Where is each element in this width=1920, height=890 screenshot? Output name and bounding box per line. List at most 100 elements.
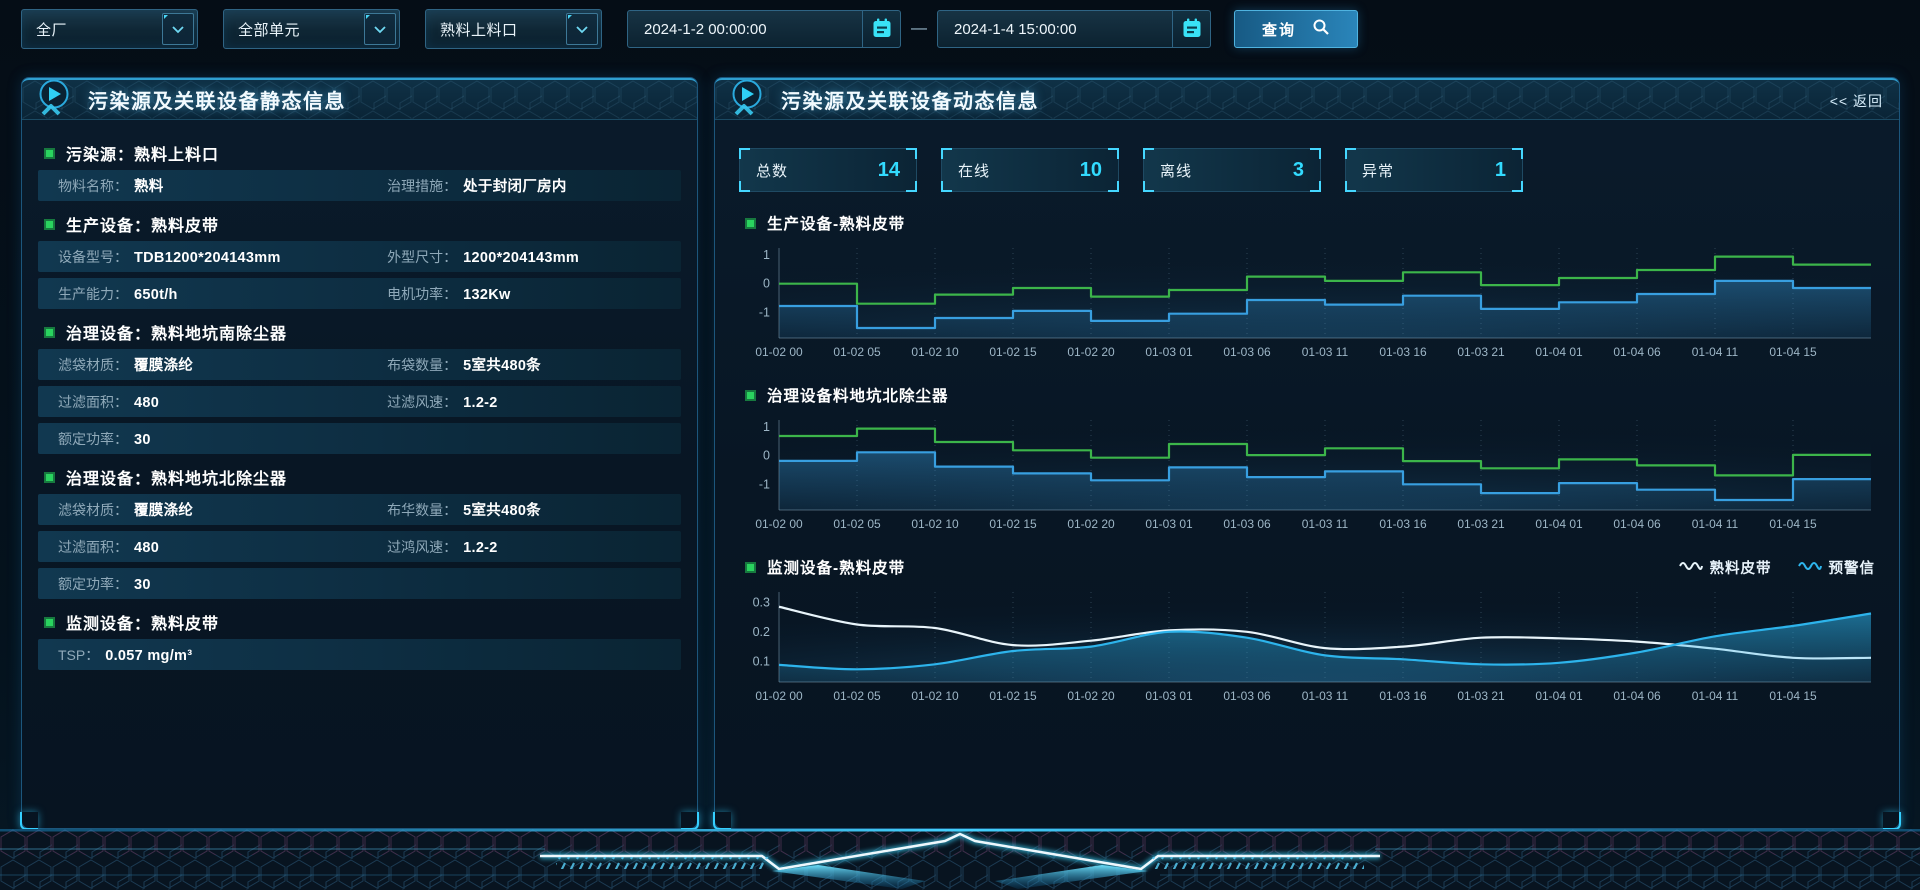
back-link[interactable]: << 返回 xyxy=(1830,91,1883,111)
static-panel-header: 污染源及关联设备静态信息 xyxy=(22,78,697,120)
info-field: 过滤面积：480 xyxy=(58,537,387,557)
select-pollution-source[interactable]: 熟料上料口 xyxy=(425,9,602,49)
corner-bracket xyxy=(1883,812,1901,830)
svg-text:01-03 21: 01-03 21 xyxy=(1457,517,1505,531)
svg-text:01-04 11: 01-04 11 xyxy=(1692,517,1739,531)
chart-canvas[interactable]: 10-101-02 0001-02 0501-02 1001-02 1501-0… xyxy=(739,240,1877,364)
field-value: 处于封闭厂房内 xyxy=(463,175,567,196)
field-label: 额定功率： xyxy=(58,429,128,449)
dynamic-panel-header: 污染源及关联设备动态信息 << 返回 xyxy=(715,78,1899,120)
field-label: 过滤面积： xyxy=(58,392,128,412)
stat-value: 1 xyxy=(1495,159,1506,182)
green-square-bullet xyxy=(44,219,55,230)
svg-text:0.2: 0.2 xyxy=(753,625,770,639)
section-header: 生产设备：熟料皮带 xyxy=(38,207,681,241)
svg-text:01-03 01: 01-03 01 xyxy=(1145,517,1193,531)
info-row: TSP：0.057 mg/m³ xyxy=(38,639,681,670)
svg-text:01-03 21: 01-03 21 xyxy=(1457,689,1505,703)
select-unit[interactable]: 全部单元 xyxy=(223,9,400,49)
section-title: 治理设备：熟料地坑北除尘器 xyxy=(66,465,287,489)
charts-area: 生产设备-熟料皮带 10-101-02 0001-02 0501-02 1001-… xyxy=(739,210,1875,708)
field-value: 覆膜涤纶 xyxy=(134,354,193,375)
stat-card-总数: 总数14 xyxy=(739,148,917,192)
svg-text:01-02 00: 01-02 00 xyxy=(755,345,803,359)
calendar-icon xyxy=(871,17,893,42)
info-field: 额定功率： 30 xyxy=(58,429,681,449)
legend-label: 熟料皮带 xyxy=(1710,557,1772,578)
field-label: 电机功率： xyxy=(387,284,457,304)
svg-text:01-04 06: 01-04 06 xyxy=(1613,517,1661,531)
dashboard: 全厂 全部单元 熟料上料口 2024-1-2 00:00:00 xyxy=(0,0,1920,890)
svg-text:-1: -1 xyxy=(759,305,770,319)
dynamic-body: 总数14在线10离线3异常1 生产设备-熟料皮带10-101-02 0001-0… xyxy=(715,148,1899,708)
info-field: 物料名称：熟料 xyxy=(58,175,387,196)
legend-item[interactable]: 熟料皮带 xyxy=(1679,557,1772,578)
svg-text:01-03 01: 01-03 01 xyxy=(1145,689,1193,703)
legend-item[interactable]: 预警信 xyxy=(1798,557,1876,578)
info-field: 过滤风速：1.2-2 xyxy=(387,392,681,412)
info-row: 设备型号：TDB1200*204143mm外型尺寸：1200*204143mm xyxy=(38,241,681,272)
info-row: 过滤面积：480过滤风速：1.2-2 xyxy=(38,386,681,417)
select-unit-value: 全部单元 xyxy=(224,19,364,40)
chart-canvas[interactable]: 10-101-02 0001-02 0501-02 1001-02 1501-0… xyxy=(739,412,1877,536)
info-field: 过滤面积：480 xyxy=(58,392,387,412)
svg-text:1: 1 xyxy=(763,420,770,434)
select-plant[interactable]: 全厂 xyxy=(21,9,198,49)
stat-card-在线: 在线 10 xyxy=(941,148,1119,192)
svg-text:01-04 15: 01-04 15 xyxy=(1769,345,1817,359)
bottom-decoration xyxy=(0,829,1920,890)
svg-text:-1: -1 xyxy=(759,477,770,491)
svg-text:01-03 11: 01-03 11 xyxy=(1302,517,1349,531)
field-value: 132Kw xyxy=(463,287,510,303)
field-label: 设备型号： xyxy=(58,247,128,267)
field-value: 30 xyxy=(134,432,151,448)
date-end-input[interactable]: 2024-1-4 15:00:00 xyxy=(937,10,1173,48)
chart-block-1: 治理设备料地坑北除尘器 10-101-02 0001-02 0501-02 100… xyxy=(739,382,1875,536)
chevron-down-icon xyxy=(162,13,194,45)
field-value: 熟料 xyxy=(134,175,164,196)
field-value: 30 xyxy=(134,577,151,593)
select-plant-value: 全厂 xyxy=(22,19,162,40)
info-field: 生产能力：650t/h xyxy=(58,284,387,304)
svg-text:01-04 01: 01-04 01 xyxy=(1535,689,1583,703)
chart-canvas[interactable]: 0.30.20.101-02 0001-02 0501-02 1001-02 1… xyxy=(739,584,1877,708)
stat-value: 14 xyxy=(878,159,900,182)
svg-text:01-04 01: 01-04 01 xyxy=(1535,517,1583,531)
date-range-separator: — xyxy=(911,20,927,38)
chart-title: 监测设备-熟料皮带 xyxy=(767,556,905,578)
date-start-input[interactable]: 2024-1-2 00:00:00 xyxy=(627,10,863,48)
field-value: 1200*204143mm xyxy=(463,250,579,266)
stats-row: 总数14在线10离线3异常1 xyxy=(739,148,1875,192)
dynamic-info-panel: 污染源及关联设备动态信息 << 返回 总数14在线10离线3异常1 生产设备-熟… xyxy=(714,77,1900,829)
green-square-bullet xyxy=(44,472,55,483)
stat-label: 在线 xyxy=(958,160,990,181)
field-label: 过滤风速： xyxy=(387,392,457,412)
field-value: 1.2-2 xyxy=(463,540,498,556)
svg-text:01-04 06: 01-04 06 xyxy=(1613,345,1661,359)
legend-label: 预警信 xyxy=(1829,557,1876,578)
chart-title: 生产设备-熟料皮带 xyxy=(767,212,905,234)
calendar-start-button[interactable] xyxy=(863,10,901,48)
chart-title-row: 监测设备-熟料皮带 熟料皮带 预警信 xyxy=(739,554,1875,580)
calendar-end-button[interactable] xyxy=(1173,10,1211,48)
chevron-down-icon xyxy=(566,13,598,45)
field-value: 5室共480条 xyxy=(463,354,541,375)
svg-text:01-02 10: 01-02 10 xyxy=(911,345,959,359)
field-label: 生产能力： xyxy=(58,284,128,304)
svg-text:01-03 01: 01-03 01 xyxy=(1145,345,1193,359)
info-field: 设备型号：TDB1200*204143mm xyxy=(58,247,387,267)
svg-text:01-04 15: 01-04 15 xyxy=(1769,689,1817,703)
field-label: 额定功率： xyxy=(58,574,128,594)
stat-value: 10 xyxy=(1080,159,1102,182)
green-square-bullet xyxy=(44,617,55,628)
info-row: 滤袋材质：覆膜涤纶布袋数量：5室共480条 xyxy=(38,349,681,380)
date-start-value: 2024-1-2 00:00:00 xyxy=(644,21,767,38)
info-row: 过滤面积：480过鸿风速：1.2-2 xyxy=(38,531,681,562)
chart-title: 治理设备料地坑北除尘器 xyxy=(767,384,949,406)
topbar: 全厂 全部单元 熟料上料口 2024-1-2 00:00:00 xyxy=(21,9,1900,49)
svg-text:01-02 15: 01-02 15 xyxy=(989,345,1037,359)
green-square-bullet xyxy=(745,218,756,229)
svg-text:01-04 11: 01-04 11 xyxy=(1692,689,1739,703)
green-square-bullet xyxy=(44,148,55,159)
query-button[interactable]: 查询 xyxy=(1234,10,1358,48)
